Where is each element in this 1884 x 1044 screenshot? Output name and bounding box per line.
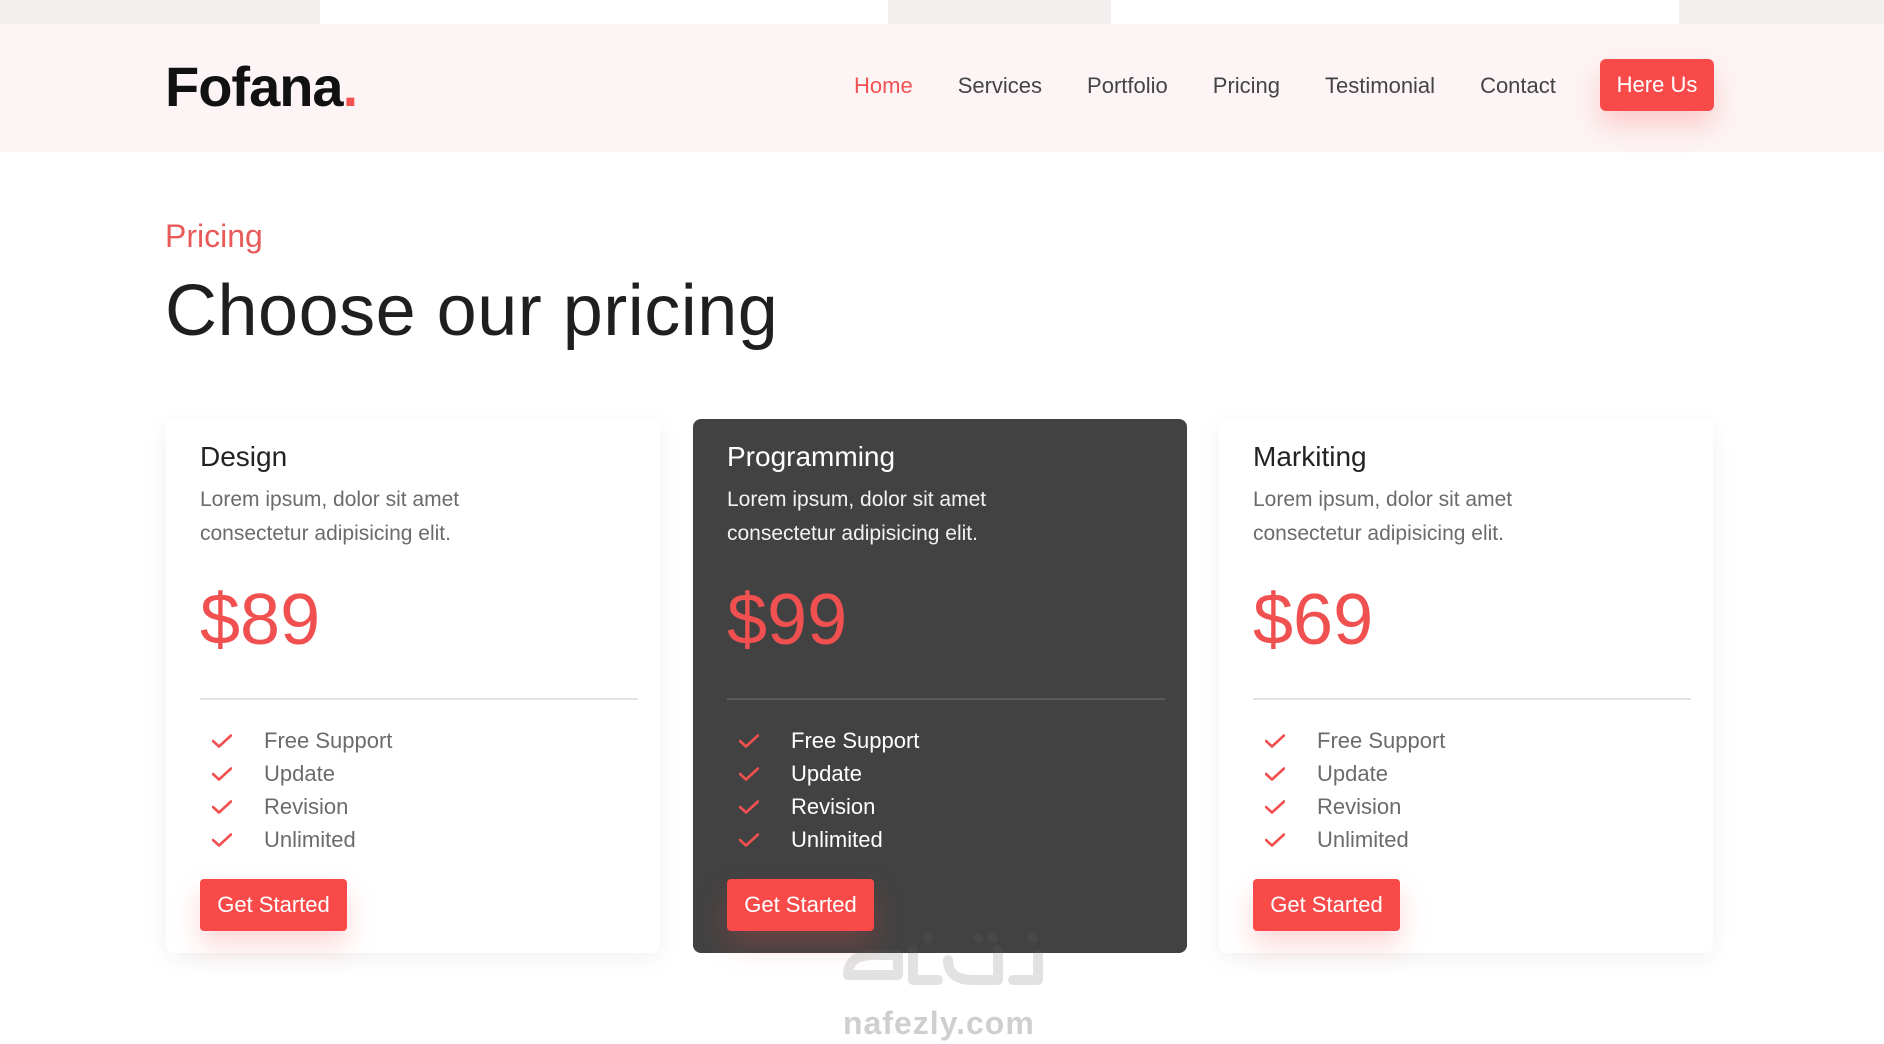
feature-item: Unlimited (739, 823, 919, 856)
pricing-card-programming: Programming Lorem ipsum, dolor sit amet … (693, 419, 1187, 953)
feature-item: Unlimited (1265, 823, 1445, 856)
nav-item-home[interactable]: Home (854, 71, 913, 101)
check-icon (1265, 733, 1285, 748)
feature-item: Free Support (739, 724, 919, 757)
feature-item: Update (212, 757, 392, 790)
plan-price: $99 (727, 580, 848, 660)
feature-label: Revision (264, 793, 349, 819)
pricing-card-design: Design Lorem ipsum, dolor sit amet conse… (166, 419, 660, 953)
feature-item: Unlimited (212, 823, 392, 856)
here-us-button[interactable]: Here Us (1600, 59, 1714, 111)
plan-divider (200, 698, 638, 700)
brand-dot: . (342, 55, 359, 118)
brand-name: Fofana (165, 55, 344, 118)
nav-item-testimonial[interactable]: Testimonial (1325, 71, 1435, 101)
plan-divider (727, 698, 1165, 700)
section-title: Choose our pricing (165, 271, 779, 351)
check-icon (1265, 766, 1285, 781)
feature-item: Free Support (212, 724, 392, 757)
check-icon (739, 832, 759, 847)
plan-description: Lorem ipsum, dolor sit amet consectetur … (1253, 488, 1513, 545)
top-strip (0, 0, 1884, 24)
feature-label: Free Support (1317, 727, 1446, 753)
feature-label: Update (791, 760, 862, 786)
check-icon (212, 799, 232, 814)
plan-features: Free Support Update Revision Unlimited (739, 724, 919, 856)
feature-label: Revision (1317, 793, 1402, 819)
get-started-button[interactable]: Get Started (727, 879, 874, 931)
nav-item-contact[interactable]: Contact (1480, 71, 1556, 101)
plan-price: $69 (1253, 580, 1374, 660)
feature-item: Update (1265, 757, 1445, 790)
top-strip-block (320, 0, 888, 24)
check-icon (739, 733, 759, 748)
nav-item-portfolio[interactable]: Portfolio (1087, 71, 1168, 101)
get-started-button[interactable]: Get Started (1253, 879, 1400, 931)
watermark-logo-icon (843, 933, 1043, 985)
check-icon (739, 766, 759, 781)
feature-label: Update (264, 760, 335, 786)
feature-label: Unlimited (264, 826, 356, 852)
feature-item: Update (739, 757, 919, 790)
watermark-text: nafezly.com (843, 1005, 1035, 1041)
plan-features: Free Support Update Revision Unlimited (1265, 724, 1445, 856)
feature-label: Free Support (791, 727, 920, 753)
feature-label: Unlimited (1317, 826, 1409, 852)
plan-description: Lorem ipsum, dolor sit amet consectetur … (727, 488, 987, 545)
plan-name: Markiting (1253, 441, 1367, 472)
check-icon (739, 799, 759, 814)
get-started-button[interactable]: Get Started (200, 879, 347, 931)
plan-divider (1253, 698, 1691, 700)
check-icon (1265, 799, 1285, 814)
top-strip-block (1111, 0, 1679, 24)
feature-item: Revision (739, 790, 919, 823)
feature-item: Revision (212, 790, 392, 823)
check-icon (212, 733, 232, 748)
nav-item-services[interactable]: Services (958, 71, 1042, 101)
main-nav: Home Services Portfolio Pricing Testimon… (854, 71, 1601, 101)
plan-features: Free Support Update Revision Unlimited (212, 724, 392, 856)
feature-item: Revision (1265, 790, 1445, 823)
pricing-card-markiting: Markiting Lorem ipsum, dolor sit amet co… (1219, 419, 1713, 953)
plan-description: Lorem ipsum, dolor sit amet consectetur … (200, 488, 460, 545)
section-eyebrow: Pricing (165, 218, 263, 254)
brand-logo[interactable]: Fofana. (165, 54, 359, 119)
page: Fofana. Home Services Portfolio Pricing … (0, 0, 1884, 1044)
nav-item-pricing[interactable]: Pricing (1213, 71, 1280, 101)
check-icon (212, 766, 232, 781)
feature-item: Free Support (1265, 724, 1445, 757)
plan-price: $89 (200, 580, 321, 660)
plan-name: Programming (727, 441, 896, 472)
plan-name: Design (200, 441, 288, 472)
check-icon (212, 832, 232, 847)
feature-label: Update (1317, 760, 1388, 786)
feature-label: Unlimited (791, 826, 883, 852)
check-icon (1265, 832, 1285, 847)
site-header: Fofana. Home Services Portfolio Pricing … (0, 24, 1884, 152)
feature-label: Revision (791, 793, 876, 819)
feature-label: Free Support (264, 727, 393, 753)
